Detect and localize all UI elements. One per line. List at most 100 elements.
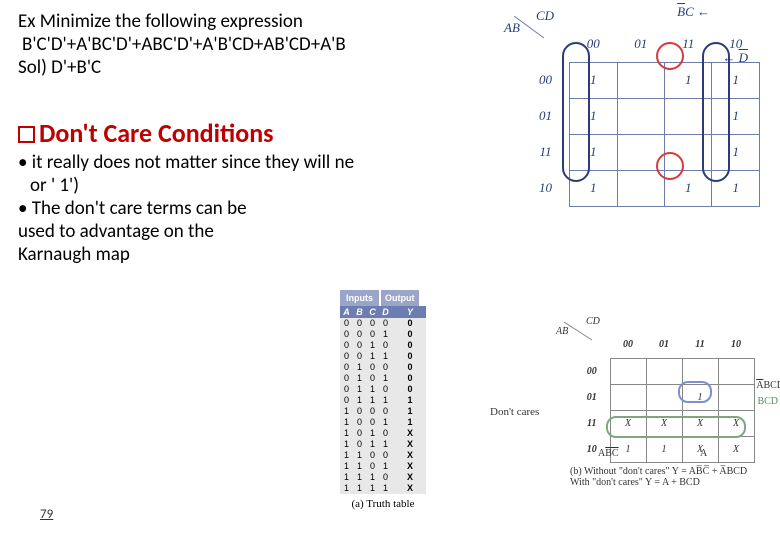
truth-cell: 0 bbox=[366, 329, 379, 340]
s31: 1 bbox=[646, 436, 682, 462]
truth-cell: 0 bbox=[366, 318, 379, 329]
sub-d: D bbox=[379, 306, 392, 318]
truth-cell: 1 bbox=[340, 417, 353, 428]
truth-cell: 1 bbox=[394, 406, 426, 417]
small-group-a bbox=[606, 416, 746, 438]
bullet-square-icon bbox=[18, 126, 35, 143]
sk-c01: 01 bbox=[646, 332, 682, 358]
truth-cell: 1 bbox=[366, 351, 379, 362]
truth-cell: 0 bbox=[379, 472, 392, 483]
truth-cell: 1 bbox=[340, 472, 353, 483]
truth-hdr-inputs: Inputs bbox=[340, 290, 379, 306]
bullet-4: Karnaugh map bbox=[18, 243, 762, 266]
truth-cell: 0 bbox=[394, 318, 426, 329]
truth-cell: 0 bbox=[379, 318, 392, 329]
truth-row: 00010 bbox=[340, 329, 426, 340]
truth-cell: 1 bbox=[353, 461, 366, 472]
truth-cell: 1 bbox=[353, 483, 366, 494]
truth-row: 00110 bbox=[340, 351, 426, 362]
big-kmap: BC ← ← D AB CD 00 01 11 10 00 111 01 11 … bbox=[500, 6, 760, 207]
truth-cell: 1 bbox=[353, 373, 366, 384]
truth-cell: 1 bbox=[340, 406, 353, 417]
truth-cell: 0 bbox=[366, 450, 379, 461]
truth-cell: X bbox=[394, 450, 426, 461]
group-circle-2 bbox=[656, 152, 684, 180]
lbl-bcd: BCD bbox=[757, 396, 778, 407]
truth-cell: 0 bbox=[353, 318, 366, 329]
small-kmap-caption: (b) Without "don't cares" Y = AB̅C̅ + A̅… bbox=[570, 466, 770, 488]
sk-r01: 01 bbox=[574, 384, 610, 410]
group-left-col bbox=[562, 42, 590, 182]
truth-cell: 0 bbox=[366, 461, 379, 472]
truth-cell: 0 bbox=[379, 340, 392, 351]
skmap-corner-slash bbox=[564, 322, 596, 344]
truth-row: 1010X bbox=[340, 428, 426, 439]
truth-row: 1101X bbox=[340, 461, 426, 472]
truth-cell: 0 bbox=[379, 450, 392, 461]
truth-cell: X bbox=[394, 472, 426, 483]
group-right-col bbox=[702, 42, 730, 182]
truth-cell: X bbox=[394, 483, 426, 494]
truth-cell: 1 bbox=[394, 417, 426, 428]
sk-c00: 00 bbox=[610, 332, 646, 358]
truth-row: 01010 bbox=[340, 373, 426, 384]
c11 bbox=[617, 98, 665, 134]
truth-rows: 0000000010001000011001000010100110001111… bbox=[340, 318, 426, 494]
sk-c11: 11 bbox=[682, 332, 718, 358]
s13 bbox=[718, 384, 754, 410]
truth-cell: 1 bbox=[353, 384, 366, 395]
sub-a: A bbox=[340, 306, 353, 318]
truth-cell: 1 bbox=[379, 461, 392, 472]
truth-cell: 1 bbox=[379, 483, 392, 494]
sub-y: Y bbox=[394, 306, 426, 318]
s01 bbox=[646, 358, 682, 384]
truth-row: 1110X bbox=[340, 472, 426, 483]
truth-cell: 0 bbox=[340, 351, 353, 362]
truth-cell: 1 bbox=[340, 483, 353, 494]
truth-cell: 0 bbox=[340, 318, 353, 329]
truth-cell: 0 bbox=[394, 384, 426, 395]
c31 bbox=[617, 170, 665, 206]
truth-cell: 0 bbox=[340, 395, 353, 406]
truth-cell: 1 bbox=[366, 428, 379, 439]
truth-cell: 0 bbox=[340, 329, 353, 340]
truth-cell: 1 bbox=[353, 472, 366, 483]
truth-cell: 1 bbox=[366, 483, 379, 494]
truth-cell: 0 bbox=[366, 417, 379, 428]
truth-row: 1111X bbox=[340, 483, 426, 494]
truth-cell: X bbox=[394, 461, 426, 472]
truth-cell: 1 bbox=[379, 395, 392, 406]
truth-cell: 0 bbox=[353, 417, 366, 428]
truth-cell: 1 bbox=[340, 439, 353, 450]
truth-cell: 0 bbox=[340, 373, 353, 384]
sk-c10: 10 bbox=[718, 332, 754, 358]
truth-cell: 0 bbox=[366, 362, 379, 373]
truth-cell: X bbox=[394, 439, 426, 450]
s10 bbox=[610, 384, 646, 410]
bullet-3: used to advantage on the bbox=[18, 220, 762, 243]
truth-row: 01111 bbox=[340, 395, 426, 406]
truth-cell: 1 bbox=[340, 428, 353, 439]
truth-cell: X bbox=[394, 428, 426, 439]
truth-row: 00100 bbox=[340, 340, 426, 351]
truth-cell: 0 bbox=[394, 362, 426, 373]
truth-cell: 1 bbox=[353, 450, 366, 461]
s00 bbox=[610, 358, 646, 384]
truth-cell: 1 bbox=[366, 439, 379, 450]
truth-cell: 1 bbox=[379, 351, 392, 362]
lbl-a: A bbox=[700, 448, 707, 459]
truth-hdr-output: Output bbox=[381, 290, 419, 306]
truth-cell: 1 bbox=[340, 461, 353, 472]
small-group-bcd bbox=[678, 381, 712, 403]
row-10: 10 bbox=[522, 170, 570, 206]
truth-row: 1100X bbox=[340, 450, 426, 461]
heading-text: Don't Care Conditions bbox=[39, 117, 274, 149]
truth-row: 01100 bbox=[340, 384, 426, 395]
truth-caption: (a) Truth table bbox=[340, 498, 426, 510]
truth-cell: 0 bbox=[366, 406, 379, 417]
page-number: 79 bbox=[40, 507, 53, 522]
truth-cell: 1 bbox=[353, 362, 366, 373]
dont-cares-label: Don't cares bbox=[490, 406, 539, 418]
truth-cell: 0 bbox=[340, 362, 353, 373]
sk-r00: 00 bbox=[574, 358, 610, 384]
